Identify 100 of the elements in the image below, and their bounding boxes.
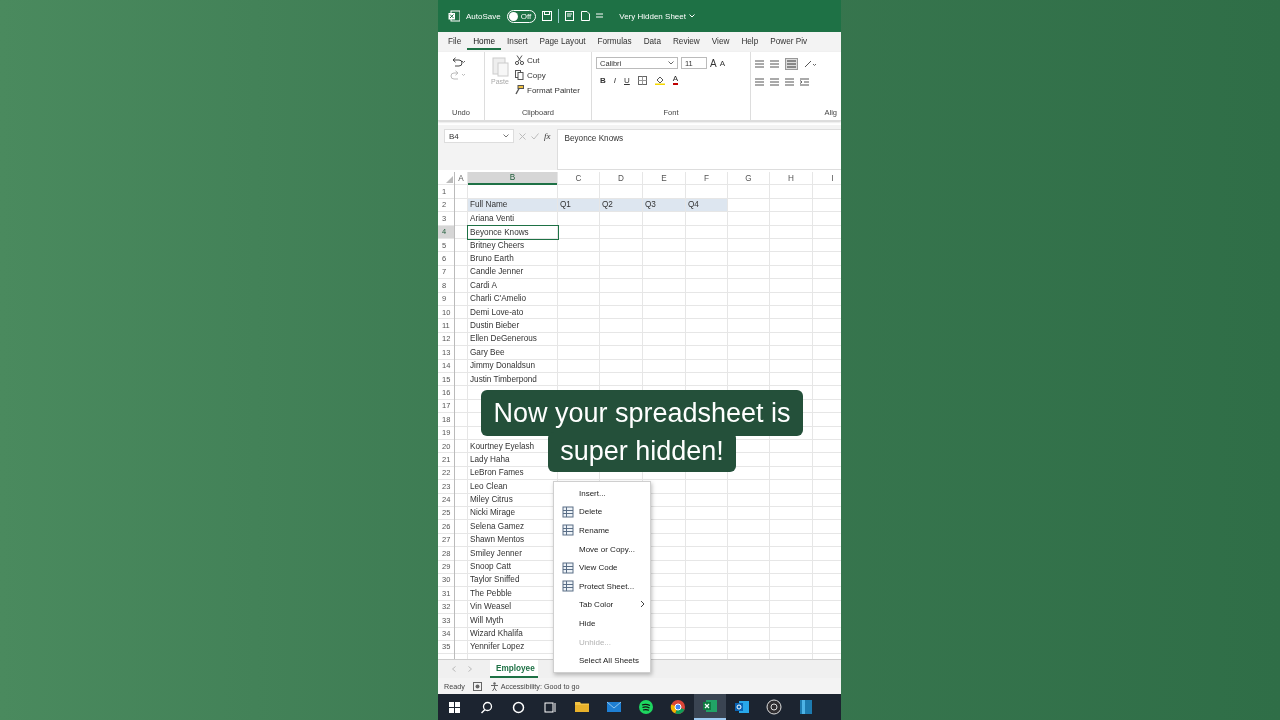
ribbon-tab[interactable]: Review	[666, 34, 706, 50]
table-cell: Q4	[686, 198, 727, 212]
table-cell-text: Shawn Mentos	[469, 534, 526, 546]
save-icon[interactable]	[542, 11, 553, 21]
folder-icon[interactable]	[574, 699, 590, 715]
customize-icon[interactable]	[596, 13, 604, 19]
music-app-icon[interactable]	[638, 699, 654, 715]
underline-button[interactable]: U	[624, 75, 630, 85]
autosave-label: AutoSave	[466, 11, 501, 21]
table-cell-text: Smiley Jenner	[469, 547, 523, 560]
circle-icon[interactable]	[511, 700, 525, 714]
name-box[interactable]: B4	[444, 129, 514, 143]
macro-icon[interactable]	[472, 681, 482, 691]
insert-function-button[interactable]: fx	[544, 131, 551, 141]
menu-item[interactable]: Hide	[579, 618, 596, 628]
ribbon-tab[interactable]: Home	[467, 34, 502, 50]
column-header[interactable]: B	[468, 172, 557, 186]
menu-item[interactable]: View Code	[579, 563, 618, 573]
italic-button[interactable]: I	[613, 75, 616, 85]
envelope-icon[interactable]	[606, 699, 622, 715]
table-cell: Q2	[600, 198, 642, 212]
table-cell-text: Will Myth	[469, 614, 505, 627]
align-bottom-icon[interactable]	[786, 59, 797, 69]
task-view-icon[interactable]	[543, 700, 557, 714]
accessibility-icon[interactable]	[489, 681, 499, 691]
borders-icon[interactable]	[637, 75, 647, 85]
table-cell-text: Charli C'Amelio	[469, 293, 528, 305]
chevron-down-icon	[668, 61, 674, 65]
new-document-icon[interactable]	[581, 11, 591, 21]
copy-button[interactable]: Copy	[527, 70, 546, 80]
browser-icon[interactable]	[670, 699, 686, 715]
table-cell-text: Jimmy Donaldsun	[469, 360, 537, 372]
table-cell-text: Britney Cheers	[469, 239, 526, 252]
menu-item[interactable]: Move or Copy...	[579, 544, 635, 554]
menu-item[interactable]: Protect Sheet...	[579, 581, 635, 591]
bold-button[interactable]: B	[600, 75, 606, 85]
menu-item[interactable]: Select All Sheets	[579, 656, 640, 666]
menu-item[interactable]: Insert...	[579, 488, 606, 498]
undo-icon[interactable]	[450, 57, 466, 67]
paintbrush-icon	[515, 85, 524, 95]
form-icon[interactable]	[565, 11, 576, 21]
menu-item[interactable]: Delete	[579, 507, 603, 517]
grid-icon	[562, 580, 574, 593]
chevron-down-icon	[688, 14, 695, 18]
table-cell-text: Miley Citrus	[469, 494, 514, 506]
font-color-button[interactable]: A	[672, 75, 679, 85]
ribbon-tab[interactable]: Data	[637, 34, 667, 50]
ribbon-tab[interactable]: Power Piv	[764, 34, 814, 50]
fill-color-icon[interactable]	[654, 75, 665, 85]
shrink-font-button[interactable]: A	[719, 58, 725, 68]
menu-item[interactable]: Tab Color	[579, 600, 614, 610]
table-cell: Beyonce Knows	[468, 225, 558, 239]
mail-app-icon[interactable]	[734, 699, 750, 715]
indent-icon[interactable]	[800, 78, 809, 86]
formula-content: Beyonce Knows	[564, 134, 624, 143]
grid-icon	[562, 505, 574, 518]
column-header[interactable]: G	[728, 172, 769, 185]
format-painter-button[interactable]: Format Painter	[527, 85, 580, 95]
search-icon[interactable]	[479, 700, 493, 714]
copy-icon	[515, 70, 524, 80]
table-cell-text: Cardi A	[469, 279, 498, 292]
panel-app-icon[interactable]	[798, 699, 814, 715]
ribbon-tab[interactable]: Page Layout	[533, 34, 592, 50]
table-cell-text: Ellen DeGenerous	[469, 333, 538, 346]
table-cell-text: Nicki Mirage	[469, 507, 517, 520]
orientation-icon[interactable]	[804, 60, 816, 68]
menu-item[interactable]: Rename	[579, 526, 610, 535]
table-cell-text: Lady Haha	[469, 453, 511, 466]
column-header[interactable]: F	[686, 172, 727, 185]
table-cell: Full Name	[468, 198, 557, 212]
sheet-tab[interactable]: Employee	[490, 660, 538, 678]
column-header[interactable]: C	[558, 172, 599, 185]
grow-font-button[interactable]: A	[710, 57, 717, 69]
table-cell-text: Dustin Bieber	[469, 320, 521, 332]
cut-button[interactable]: Cut	[527, 55, 540, 65]
ribbon-tab[interactable]: Formulas	[591, 34, 638, 50]
ribbon-tab[interactable]: Help	[735, 34, 765, 50]
table-cell-text: Candle Jenner	[469, 266, 525, 279]
ribbon-tab[interactable]: View	[705, 34, 736, 50]
column-header[interactable]: E	[643, 172, 685, 185]
ribbon-tab[interactable]: Insert	[501, 34, 534, 50]
column-header[interactable]: A	[455, 172, 467, 185]
grid-icon	[562, 524, 574, 537]
windows-icon[interactable]	[447, 700, 461, 714]
column-header[interactable]: I	[813, 172, 841, 185]
column-header[interactable]: D	[600, 172, 642, 185]
scissors-icon	[515, 55, 524, 65]
document-title[interactable]: Very Hidden Sheet	[619, 11, 695, 21]
table-cell-text: Ariana Venti	[469, 212, 516, 225]
column-header[interactable]: H	[770, 172, 812, 185]
spreadsheet-app-icon[interactable]	[702, 698, 718, 714]
table-cell-text: Justin Timberpond	[469, 373, 538, 386]
clipboard-icon	[491, 55, 509, 77]
recorder-icon[interactable]	[766, 699, 782, 715]
chevron-down-icon	[503, 134, 509, 138]
ribbon-tab[interactable]: File	[442, 34, 468, 50]
table-cell: Q3	[643, 198, 685, 212]
table-cell-text: Selena Gamez	[469, 520, 526, 533]
table-cell-text: Wizard Khalifa	[469, 627, 524, 640]
table-cell-text: Kourtney Eyelash	[469, 440, 536, 453]
